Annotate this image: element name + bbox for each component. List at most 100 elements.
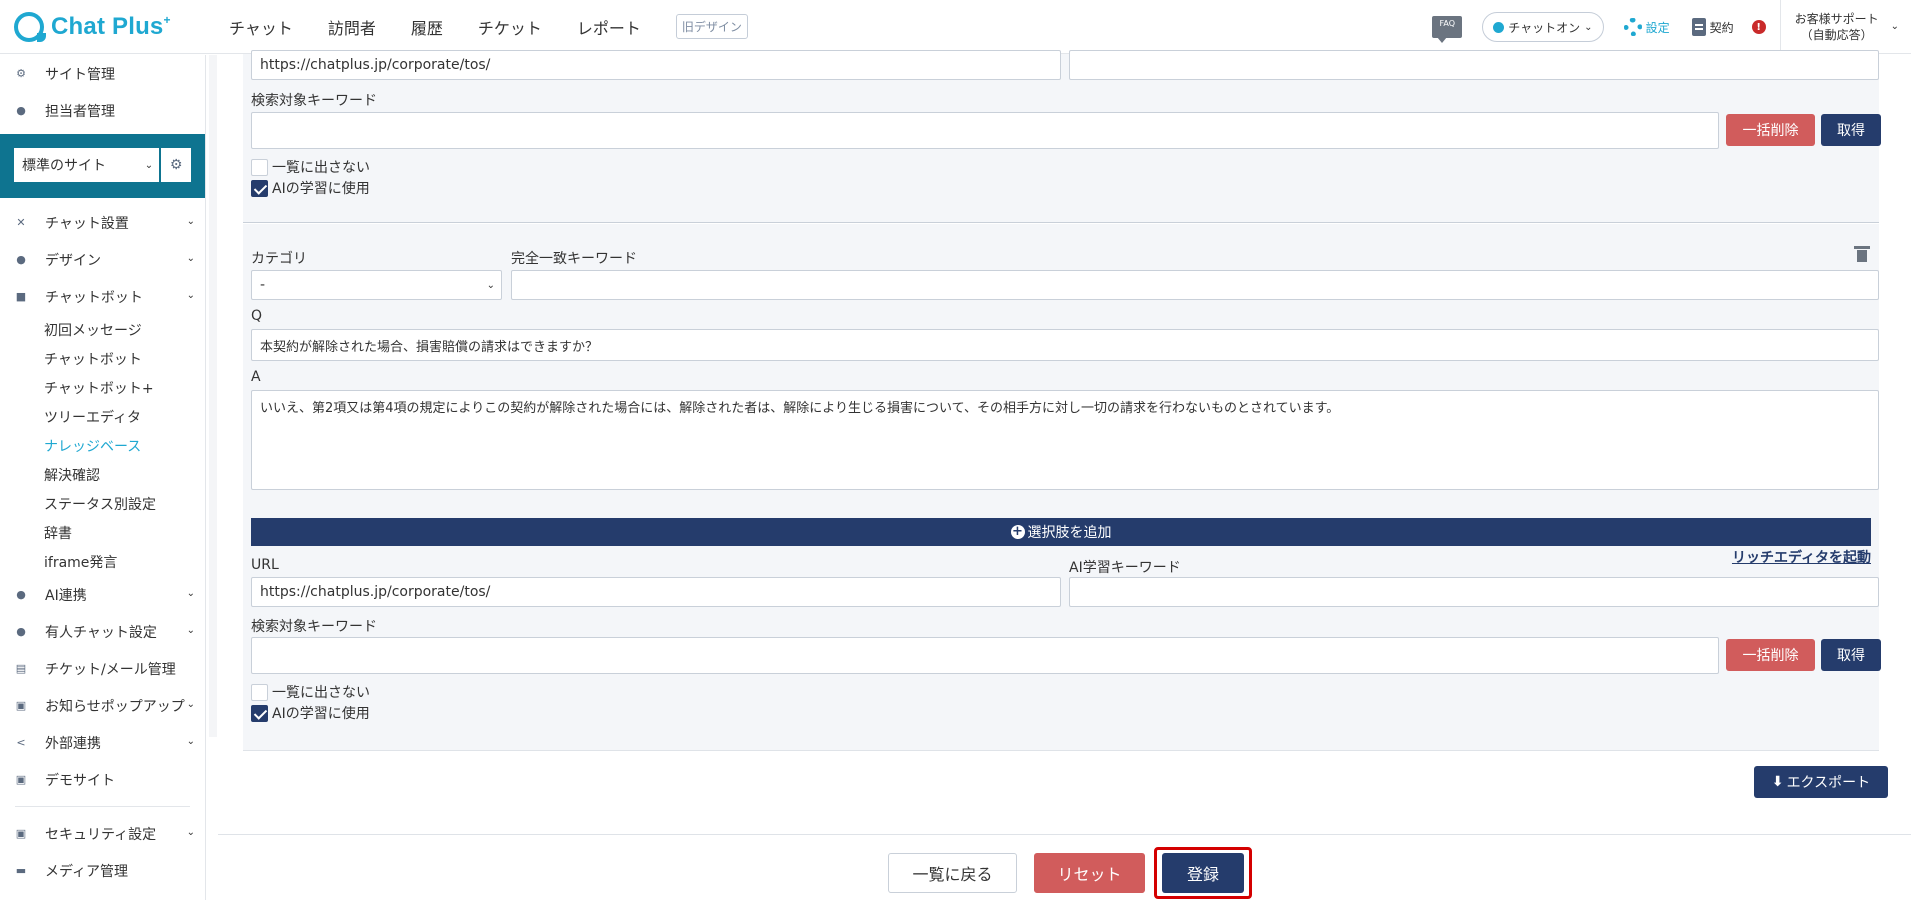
chevron-down-icon: ⌄ bbox=[144, 159, 154, 171]
sidebar-sub-initial-message[interactable]: 初回メッセージ bbox=[0, 315, 205, 344]
chevron-down-icon: ⌄ bbox=[486, 279, 495, 291]
sidebar-item-label: チャット設置 bbox=[45, 215, 129, 232]
add-choice-label: 選択肢を追加 bbox=[1027, 525, 1112, 541]
sidebar-item-label: チケット/メール管理 bbox=[45, 661, 176, 678]
fetch-button[interactable]: 取得 bbox=[1821, 639, 1881, 671]
image-icon: ▬ bbox=[15, 863, 27, 877]
site-select[interactable]: 標準のサイト ⌄ bbox=[14, 148, 160, 182]
use-for-ai-checkbox[interactable]: AIの学習に使用 bbox=[251, 178, 370, 198]
sidebar-item-site-management[interactable]: ⚙ サイト管理 bbox=[0, 55, 205, 92]
checkbox-label: AIの学習に使用 bbox=[272, 706, 370, 722]
users-icon: ● bbox=[16, 103, 26, 117]
nav-tickets[interactable]: チケット bbox=[478, 15, 542, 39]
bulk-delete-button[interactable]: 一括削除 bbox=[1726, 114, 1815, 146]
sidebar-item-label: 担当者管理 bbox=[45, 103, 115, 120]
sidebar-item-label: デザイン bbox=[45, 252, 101, 269]
palette-icon: ● bbox=[16, 252, 26, 266]
sidebar-item-security[interactable]: ▣ セキュリティ設定 ⌄ bbox=[0, 815, 205, 852]
sidebar-item-demo-site[interactable]: ▣ デモサイト bbox=[0, 761, 205, 798]
settings-link[interactable]: 設定 bbox=[1623, 18, 1670, 36]
old-design-button[interactable]: 旧デザイン bbox=[675, 14, 748, 39]
url-input[interactable]: https://chatplus.jp/corporate/tos/ bbox=[251, 50, 1061, 80]
sidebar-sub-chatbot-plus[interactable]: チャットボット+ bbox=[0, 373, 205, 402]
sidebar-item-label: セキュリティ設定 bbox=[45, 826, 157, 843]
search-keyword-input[interactable] bbox=[251, 112, 1719, 149]
sidebar-item-label: 有人チャット設定 bbox=[45, 624, 157, 641]
search-keyword-label: 検索対象キーワード bbox=[251, 93, 377, 109]
sidebar-scrollbar[interactable] bbox=[209, 55, 217, 737]
save-button[interactable]: 登録 bbox=[1162, 853, 1244, 893]
logo[interactable]: Chat Plus+ bbox=[14, 11, 229, 42]
demo-icon: ▣ bbox=[15, 772, 27, 786]
contract-link[interactable]: 契約 bbox=[1691, 18, 1734, 36]
category-select[interactable]: - ⌄ bbox=[251, 270, 502, 300]
add-choice-button[interactable]: + 選択肢を追加 bbox=[251, 518, 1871, 546]
nav-history[interactable]: 履歴 bbox=[411, 15, 443, 39]
exact-keyword-input[interactable] bbox=[511, 270, 1879, 300]
sidebar-item-chat-install[interactable]: ✕ チャット設置 ⌄ bbox=[0, 204, 205, 241]
sidebar-sub-chatbot[interactable]: チャットボット bbox=[0, 344, 205, 373]
support-menu[interactable]: お客様サポート （自動応答） ⌄ bbox=[1779, 0, 1911, 54]
support-line2: （自動応答） bbox=[1800, 28, 1873, 42]
sidebar-item-ai-integration[interactable]: ● AI連携 ⌄ bbox=[0, 576, 205, 613]
question-textarea[interactable]: 本契約が解除された場合、損害賠償の請求はできますか？ bbox=[251, 329, 1879, 361]
popup-icon: ▣ bbox=[15, 698, 27, 712]
checkbox-box-checked bbox=[251, 704, 268, 722]
ai-keyword-input[interactable] bbox=[1069, 577, 1879, 607]
sidebar-item-chatbot[interactable]: ■ チャットボット ⌄ bbox=[0, 278, 205, 315]
sidebar-item-label: AI連携 bbox=[45, 587, 87, 604]
site-settings-gear-icon[interactable]: ⚙ bbox=[161, 148, 191, 182]
hide-from-list-checkbox[interactable]: 一覧に出さない bbox=[251, 682, 370, 702]
site-selector-box: 標準のサイト ⌄ ⚙ bbox=[0, 134, 205, 198]
sidebar-sub-knowledge-base[interactable]: ナレッジベース bbox=[0, 431, 205, 460]
alert-icon[interactable]: ! bbox=[1751, 20, 1766, 34]
sidebar-sub-dictionary[interactable]: 辞書 bbox=[0, 518, 205, 547]
nav-chat[interactable]: チャット bbox=[229, 15, 293, 39]
chevron-down-icon: ⌄ bbox=[1584, 21, 1593, 33]
search-keyword-input[interactable] bbox=[251, 637, 1719, 674]
ai-keyword-input[interactable] bbox=[1069, 50, 1879, 80]
shield-icon: ▣ bbox=[15, 826, 27, 840]
gear-icon bbox=[1623, 18, 1642, 36]
sidebar-divider bbox=[15, 806, 190, 807]
footer-actions: 一覧に戻る リセット 登録 bbox=[218, 834, 1911, 900]
sidebar-sub-resolution-check[interactable]: 解決確認 bbox=[0, 460, 205, 489]
url-input[interactable]: https://chatplus.jp/corporate/tos/ bbox=[251, 577, 1061, 607]
sidebar-sub-tree-editor[interactable]: ツリーエディタ bbox=[0, 402, 205, 431]
sidebar-item-design[interactable]: ● デザイン ⌄ bbox=[0, 241, 205, 278]
checkbox-label: 一覧に出さない bbox=[272, 160, 370, 176]
use-for-ai-checkbox[interactable]: AIの学習に使用 bbox=[251, 703, 370, 723]
chat-bubble-icon bbox=[14, 11, 46, 42]
fetch-button[interactable]: 取得 bbox=[1821, 114, 1881, 146]
download-icon: ⬇ bbox=[1771, 774, 1784, 790]
faq-icon[interactable]: FAQ bbox=[1432, 16, 1463, 43]
nav-reports[interactable]: レポート bbox=[577, 15, 641, 39]
a-label: A bbox=[251, 369, 261, 385]
sidebar-sub-iframe[interactable]: iframe発言 bbox=[0, 547, 205, 576]
document-icon bbox=[1691, 18, 1706, 36]
sidebar-item-external-integration[interactable]: < 外部連携 ⌄ bbox=[0, 724, 205, 761]
chevron-down-icon: ⌄ bbox=[1890, 21, 1899, 32]
sidebar-item-live-chat-settings[interactable]: ● 有人チャット設定 ⌄ bbox=[0, 613, 205, 650]
export-button[interactable]: ⬇ エクスポート bbox=[1754, 766, 1888, 798]
main-content: https://chatplus.jp/corporate/tos/ 検索対象キ… bbox=[218, 50, 1911, 900]
sidebar: ⚙ サイト管理 ● 担当者管理 標準のサイト ⌄ ⚙ ✕ チャット設置 ⌄ ● … bbox=[0, 55, 206, 900]
contract-label: 契約 bbox=[1709, 20, 1734, 35]
sidebar-item-staff-management[interactable]: ● 担当者管理 bbox=[0, 92, 205, 129]
trash-icon[interactable] bbox=[1854, 246, 1870, 262]
sidebar-sub-status-settings[interactable]: ステータス別設定 bbox=[0, 489, 205, 518]
chevron-down-icon: ⌄ bbox=[186, 699, 195, 710]
answer-textarea[interactable]: いいえ、第2項又は第4項の規定によりこの契約が解除された場合には、解除された者は… bbox=[251, 390, 1879, 490]
bulk-delete-button[interactable]: 一括削除 bbox=[1726, 639, 1815, 671]
sidebar-item-notice-popup[interactable]: ▣ お知らせポップアップ ⌄ bbox=[0, 687, 205, 724]
category-select-value: - bbox=[260, 277, 266, 293]
nav-visitors[interactable]: 訪問者 bbox=[328, 15, 376, 39]
rich-editor-link[interactable]: リッチエディタを起動 bbox=[1732, 547, 1871, 567]
back-to-list-button[interactable]: 一覧に戻る bbox=[888, 853, 1017, 893]
chat-status-toggle[interactable]: チャットオン ⌄ bbox=[1482, 12, 1604, 42]
sidebar-item-label: お知らせポップアップ bbox=[45, 698, 185, 715]
sidebar-item-media[interactable]: ▬ メディア管理 bbox=[0, 852, 205, 889]
reset-button[interactable]: リセット bbox=[1034, 853, 1145, 893]
hide-from-list-checkbox[interactable]: 一覧に出さない bbox=[251, 157, 370, 177]
sidebar-item-ticket-mail[interactable]: ▤ チケット/メール管理 bbox=[0, 650, 205, 687]
